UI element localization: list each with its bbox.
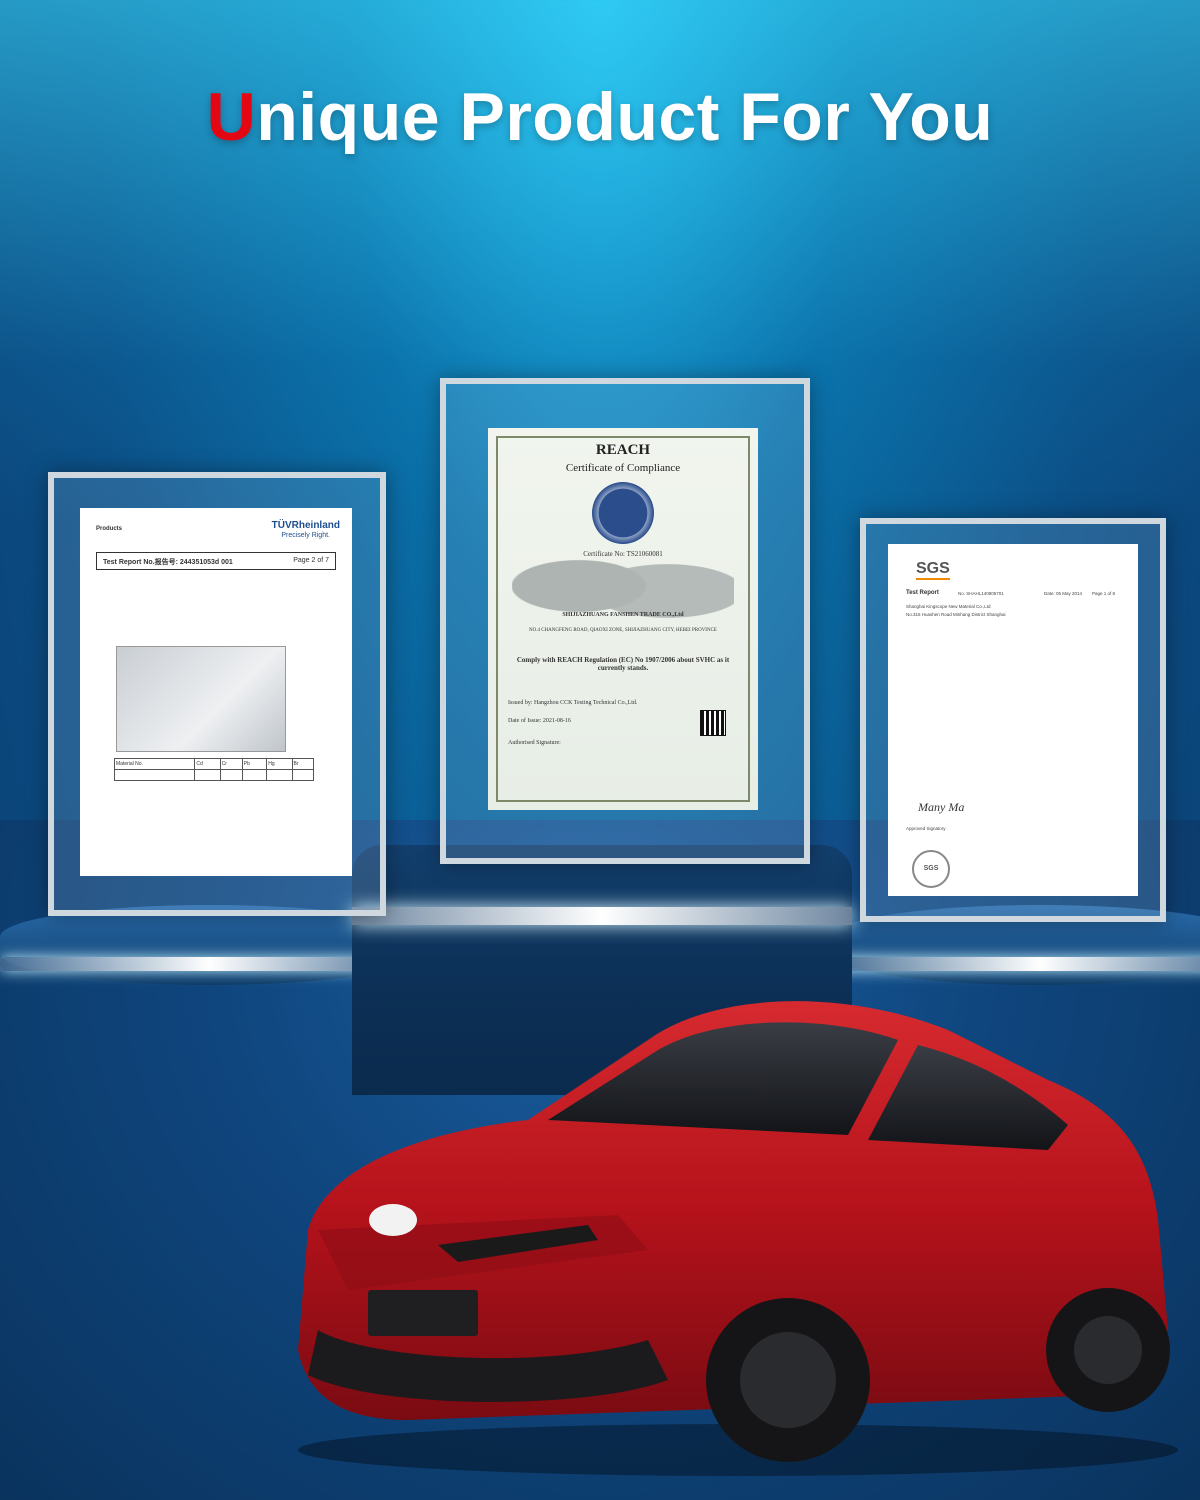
reach-certificate-frame: REACH Certificate of Compliance Certific… [440, 378, 810, 864]
sgs-stamp-icon: SGS [912, 850, 950, 888]
reach-issued-by: Issued by: Hangzhou CCK Testing Technica… [508, 700, 638, 706]
reach-subtitle: Certificate of Compliance [565, 462, 681, 474]
page-title: Unique Product For You [0, 78, 1200, 156]
title-first-letter: U [206, 79, 257, 155]
qr-code-icon [700, 710, 726, 736]
tuv-col-material: Material No. [113, 758, 196, 770]
reach-certificate: REACH Certificate of Compliance Certific… [488, 428, 758, 810]
center-pedestal-light [352, 907, 852, 925]
tuv-test-report: Products TÜVRheinland Precisely Right. T… [80, 508, 352, 876]
tuv-col-hg: Hg [266, 758, 293, 770]
tuv-header-label: Products [96, 526, 123, 532]
sgs-certificate-frame: SGS Test Report No. SHAHL140805701 Date:… [860, 518, 1166, 922]
reach-company-address: NO.4 CHANGFENG ROAD, QIAOXI ZONE, SHIJIA… [529, 628, 717, 633]
sgs-signature: Many Ma [918, 800, 965, 814]
tuv-col-cd: Cd [194, 758, 221, 770]
tuv-results-table: Material No. Cd Cr Pb Hg Br [113, 758, 314, 781]
reach-signatory-label: Authorised Signature: [508, 740, 561, 746]
reach-company-name: SHIJIAZHUANG FANSHEN TRADE CO.,Ltd [562, 612, 684, 618]
right-pedestal-light [830, 957, 1200, 971]
tuv-logo: TÜVRheinland [271, 520, 340, 531]
sgs-logo: SGS [916, 560, 950, 580]
tuv-col-cr: Cr [219, 758, 243, 770]
tuv-report-number: Test Report No.报告号: 244351053d 001 [103, 559, 233, 566]
sgs-report-number: No. SHAHL140805701 [958, 591, 1004, 596]
tuv-certificate-frame: Products TÜVRheinland Precisely Right. T… [48, 472, 386, 916]
reach-title: REACH [595, 442, 651, 458]
tuv-sample-photo [116, 646, 286, 752]
sgs-report-date: Date: 05 May 2014 [1044, 591, 1083, 596]
reach-certificate-number: Certificate No: TS21060081 [583, 550, 663, 558]
tuv-page-number: Page 2 of 7 [293, 557, 329, 564]
sgs-report-title: Test Report [906, 590, 939, 596]
justice-seal-icon [592, 482, 654, 544]
reach-compliance-statement: Comply with REACH Regulation (EC) No 190… [516, 656, 730, 672]
sgs-applicant-address: No.315 Huashen Road Minhang District Sha… [906, 612, 1006, 617]
sgs-test-report: SGS Test Report No. SHAHL140805701 Date:… [888, 544, 1138, 896]
tuv-report-title: Test Report No.报告号: 244351053d 001 Page 2… [96, 552, 336, 570]
tuv-col-pb: Pb [241, 758, 268, 770]
title-rest: nique Product For You [256, 79, 994, 155]
red-car-image [298, 1001, 1178, 1476]
sgs-signatory-title: Approved Signatory [906, 826, 946, 831]
sgs-applicant: Shanghai Kingscope New Material Co.,Ltd [906, 604, 991, 609]
tuv-col-br: Br [291, 758, 314, 770]
sgs-page-number: Page 1 of 8 [1092, 591, 1116, 596]
tuv-tagline: Precisely Right. [281, 532, 330, 539]
